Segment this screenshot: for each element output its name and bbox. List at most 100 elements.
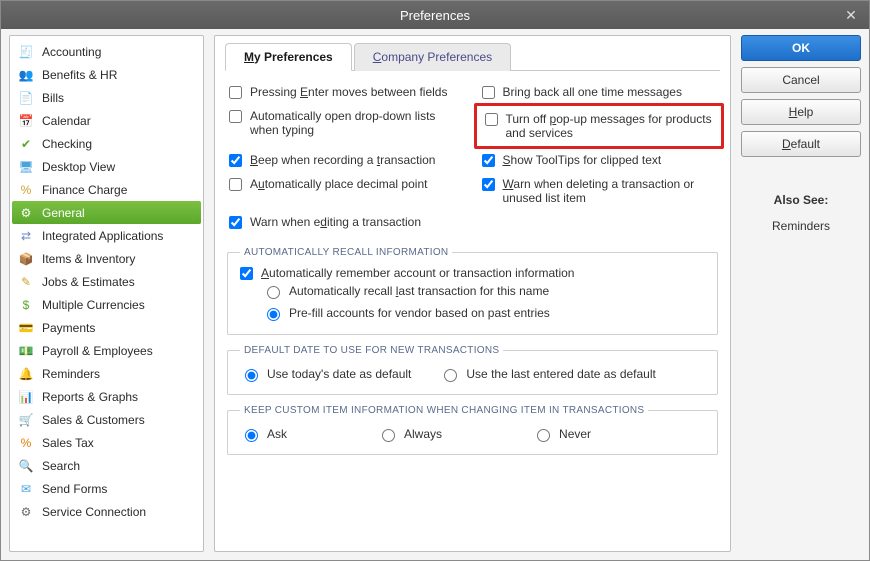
radio-keep-custom-never[interactable]	[537, 429, 550, 442]
also-see: Also See: Reminders	[741, 193, 861, 233]
tab-company-preferences[interactable]: Company Preferences	[354, 43, 511, 71]
sidebar-item-general[interactable]: ⚙General	[12, 201, 201, 224]
sidebar-icon: 🧾	[18, 44, 34, 60]
sidebar-item-service-connection[interactable]: ⚙Service Connection	[12, 500, 201, 523]
sidebar-item-reports-graphs[interactable]: 📊Reports & Graphs	[12, 385, 201, 408]
chk-warn-delete[interactable]: Warn when deleting a transaction or unus…	[482, 177, 717, 205]
chk-enter-moves[interactable]: Pressing Enter moves between fields	[229, 85, 464, 99]
sidebar-item-calendar[interactable]: 📅Calendar	[12, 109, 201, 132]
label-keep-custom-never[interactable]: Never	[559, 427, 591, 441]
chk-beep[interactable]: Beep when recording a transaction	[229, 153, 464, 167]
checkbox-auto-remember[interactable]	[240, 267, 253, 280]
label-enter-moves[interactable]: Pressing Enter moves between fields	[250, 85, 447, 99]
sidebar-icon: 💵	[18, 343, 34, 359]
chk-turn-off-popup[interactable]: Turn off pop-up messages for products an…	[474, 103, 725, 149]
sidebar-item-payroll-employees[interactable]: 💵 Payroll & Employees	[12, 339, 201, 362]
checkbox-beep[interactable]	[229, 154, 242, 167]
checkbox-auto-dropdown[interactable]	[229, 110, 242, 123]
sidebar-item-send-forms[interactable]: ✉Send Forms	[12, 477, 201, 500]
sidebar-item-label: Multiple Currencies	[42, 298, 145, 312]
checkbox-enter-moves[interactable]	[229, 86, 242, 99]
sidebar-item-label: Items & Inventory	[42, 252, 135, 266]
label-recall-prefill[interactable]: Pre-fill accounts for vendor based on pa…	[289, 306, 550, 320]
default-button[interactable]: Default	[741, 131, 861, 157]
radio-default-date-last[interactable]	[444, 369, 457, 382]
close-icon[interactable]: ✕	[841, 5, 861, 25]
sidebar-icon: ⚙	[18, 504, 34, 520]
chk-auto-decimal[interactable]: Automatically place decimal point	[229, 177, 464, 205]
chk-bring-back[interactable]: Bring back all one time messages	[482, 85, 717, 99]
sidebar-item-search[interactable]: 🔍Search	[12, 454, 201, 477]
keep-custom-ask[interactable]: Ask	[240, 426, 287, 442]
ok-button[interactable]: OK	[741, 35, 861, 61]
category-sidebar[interactable]: 🧾Accounting👥Benefits & HR📄Bills📅Calendar…	[9, 35, 204, 552]
label-auto-remember[interactable]: Automatically remember account or transa…	[261, 266, 574, 280]
sidebar-item-accounting[interactable]: 🧾Accounting	[12, 40, 201, 63]
label-auto-decimal[interactable]: Automatically place decimal point	[250, 177, 427, 191]
sidebar-item-finance-charge[interactable]: %Finance Charge	[12, 178, 201, 201]
sidebar-icon: 👥	[18, 67, 34, 83]
sidebar-icon: %	[18, 182, 34, 198]
default-date-today[interactable]: Use today's date as default	[240, 366, 411, 382]
sidebar-item-label: Payroll & Employees	[42, 344, 153, 358]
keep-custom-never[interactable]: Never	[532, 426, 591, 442]
sidebar-item-integrated-applications[interactable]: ⇄Integrated Applications	[12, 224, 201, 247]
sidebar-item-benefits-hr[interactable]: 👥Benefits & HR	[12, 63, 201, 86]
also-see-heading: Also See:	[741, 193, 861, 207]
recall-option-prefill[interactable]: Pre-fill accounts for vendor based on pa…	[240, 302, 705, 324]
default-date-last[interactable]: Use the last entered date as default	[439, 366, 655, 382]
sidebar-item-label: Bills	[42, 91, 64, 105]
cancel-button[interactable]: Cancel	[741, 67, 861, 93]
chk-auto-dropdown[interactable]: Automatically open drop-down lists when …	[229, 109, 464, 143]
radio-keep-custom-ask[interactable]	[245, 429, 258, 442]
label-warn-delete[interactable]: Warn when deleting a transaction or unus…	[503, 177, 717, 205]
sidebar-item-reminders[interactable]: 🔔Reminders	[12, 362, 201, 385]
chk-warn-edit[interactable]: Warn when editing a transaction	[229, 215, 464, 229]
recall-option-last[interactable]: Automatically recall last transaction fo…	[240, 280, 705, 302]
sidebar-item-label: Checking	[42, 137, 92, 151]
label-default-date-last[interactable]: Use the last entered date as default	[466, 367, 655, 381]
sidebar-item-sales-customers[interactable]: 🛒Sales & Customers	[12, 408, 201, 431]
sidebar-item-desktop-view[interactable]: 🖥Desktop View	[12, 155, 201, 178]
radio-recall-last[interactable]	[267, 286, 280, 299]
sidebar-item-checking[interactable]: ✔ Checking	[12, 132, 201, 155]
checkbox-warn-delete[interactable]	[482, 178, 495, 191]
sidebar-item-sales-tax[interactable]: %Sales Tax	[12, 431, 201, 454]
label-turn-off-popup[interactable]: Turn off pop-up messages for products an…	[506, 112, 714, 140]
label-recall-last[interactable]: Automatically recall last transaction fo…	[289, 284, 549, 298]
label-default-date-today[interactable]: Use today's date as default	[267, 367, 411, 381]
label-auto-dropdown[interactable]: Automatically open drop-down lists when …	[250, 109, 464, 137]
radio-default-date-today[interactable]	[245, 369, 258, 382]
sidebar-item-payments[interactable]: 💳Payments	[12, 316, 201, 339]
button-column: OK Cancel Help Default Also See: Reminde…	[741, 35, 861, 552]
tab-my-preferences[interactable]: My Preferences	[225, 43, 352, 71]
help-button[interactable]: Help	[741, 99, 861, 125]
label-warn-edit[interactable]: Warn when editing a transaction	[250, 215, 421, 229]
sidebar-item-items-inventory[interactable]: 📦Items & Inventory	[12, 247, 201, 270]
sidebar-icon: ⇄	[18, 228, 34, 244]
sidebar-icon: 🖥	[18, 159, 34, 175]
label-tooltips[interactable]: Show ToolTips for clipped text	[503, 153, 662, 167]
sidebar-item-bills[interactable]: 📄Bills	[12, 86, 201, 109]
chk-tooltips[interactable]: Show ToolTips for clipped text	[482, 153, 717, 167]
keep-custom-options: Ask Always Never	[240, 424, 705, 444]
sidebar-icon: 📅	[18, 113, 34, 129]
sidebar-item-jobs-estimates[interactable]: ✎Jobs & Estimates	[12, 270, 201, 293]
label-beep[interactable]: Beep when recording a transaction	[250, 153, 435, 167]
checkbox-warn-edit[interactable]	[229, 216, 242, 229]
checkbox-auto-decimal[interactable]	[229, 178, 242, 191]
radio-keep-custom-always[interactable]	[382, 429, 395, 442]
label-bring-back[interactable]: Bring back all one time messages	[503, 85, 682, 99]
keep-custom-always[interactable]: Always	[377, 426, 442, 442]
checkbox-bring-back[interactable]	[482, 86, 495, 99]
checkbox-turn-off-popup[interactable]	[485, 113, 498, 126]
sidebar-item-label: Jobs & Estimates	[42, 275, 135, 289]
sidebar-icon: ✔	[18, 136, 34, 152]
label-keep-custom-ask[interactable]: Ask	[267, 427, 287, 441]
checkbox-tooltips[interactable]	[482, 154, 495, 167]
sidebar-item-multiple-currencies[interactable]: $Multiple Currencies	[12, 293, 201, 316]
radio-recall-prefill[interactable]	[267, 308, 280, 321]
chk-auto-remember[interactable]: Automatically remember account or transa…	[240, 266, 705, 280]
label-keep-custom-always[interactable]: Always	[404, 427, 442, 441]
preferences-window: Preferences ✕ 🧾Accounting👥Benefits & HR📄…	[0, 0, 870, 561]
